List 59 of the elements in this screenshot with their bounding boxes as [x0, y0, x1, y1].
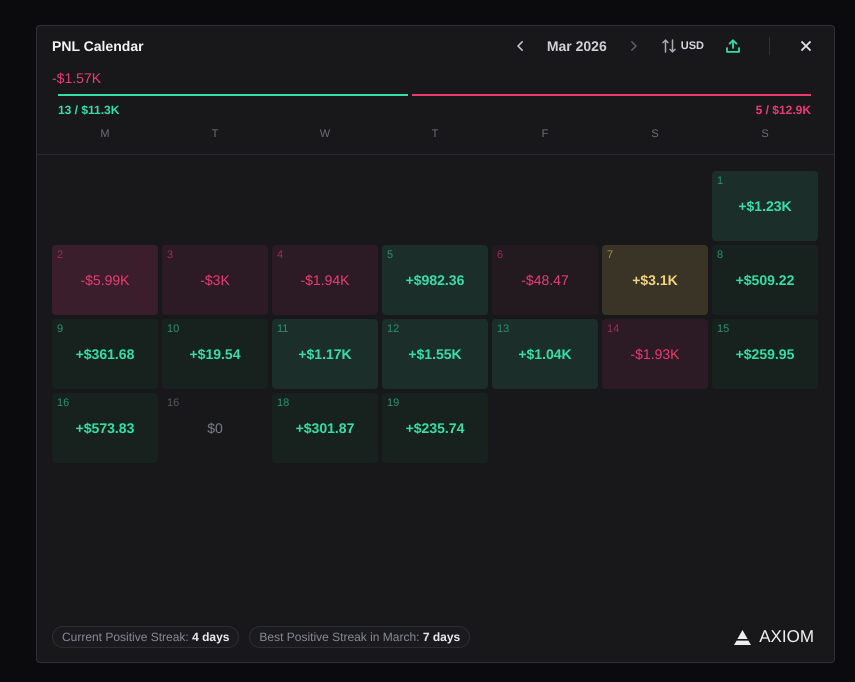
currency-toggle-button[interactable]: USD [662, 39, 704, 53]
chevron-left-icon[interactable] [516, 41, 523, 51]
pnl-value: +$259.95 [736, 346, 794, 362]
pnl-value: -$1.93K [630, 346, 680, 362]
day-number: 3 [167, 249, 174, 262]
total-pnl: -$1.57K [52, 70, 102, 87]
streak-badge: Best Positive Streak in March: 7 days [249, 626, 470, 648]
day-number: 16 [57, 397, 70, 410]
pnl-value: +$235.74 [406, 420, 464, 436]
pnl-value: +$301.87 [296, 420, 354, 436]
streak-badge: Current Positive Streak: 4 days [52, 626, 240, 648]
day-number: 19 [387, 397, 400, 410]
brand-name: AXIOM [759, 627, 814, 647]
logo-icon [734, 630, 752, 644]
modal-title: PNL Calendar [52, 38, 144, 54]
win-count-label: 13 / $11.3K [58, 103, 120, 117]
weekday-label: M [100, 127, 110, 141]
pnl-value: +$509.22 [736, 272, 794, 288]
pnl-value: -$5.99K [80, 272, 130, 288]
day-number: 10 [167, 323, 180, 336]
close-icon[interactable] [801, 41, 811, 51]
day-number: 7 [607, 249, 614, 262]
month-label: Mar 2026 [546, 38, 607, 54]
weekday-label: S [651, 127, 659, 141]
day-number: 16 [167, 397, 180, 410]
pnl-value: +$361.68 [76, 346, 134, 362]
pnl-value: +$1.17K [298, 346, 352, 362]
pnl-value: -$48.47 [521, 272, 569, 288]
sort-arrows-icon [662, 39, 676, 53]
pnl-value: -$1.94K [300, 272, 350, 288]
day-number: 15 [717, 323, 730, 336]
pnl-value: +$1.23K [738, 198, 792, 214]
day-number: 12 [387, 323, 400, 336]
weekday-label: S [761, 127, 769, 141]
day-number: 14 [607, 323, 620, 336]
pnl-value: -$3K [200, 272, 230, 288]
day-number: 8 [717, 249, 724, 262]
pnl-value: +$573.83 [76, 420, 134, 436]
weekday-label: T [432, 127, 438, 141]
pnl-value: +$3.1K [632, 272, 678, 288]
day-number: 5 [387, 249, 394, 262]
day-number: 18 [277, 397, 290, 410]
pnl-value: +$19.54 [190, 346, 240, 362]
loss-count-label: 5 / $12.9K [756, 103, 811, 117]
day-number: 11 [277, 323, 288, 336]
weekday-label: T [212, 127, 218, 141]
day-number: 9 [57, 323, 64, 336]
day-number: 13 [497, 323, 510, 336]
day-number: 1 [717, 175, 724, 188]
pnl-value: +$1.55K [408, 346, 462, 362]
day-number: 6 [497, 249, 504, 262]
upload-icon[interactable] [726, 39, 740, 53]
day-number: 4 [277, 249, 284, 262]
pnl-value: $0 [207, 420, 223, 436]
weekday-label: W [320, 127, 330, 141]
pnl-value: +$1.04K [518, 346, 572, 362]
pnl-value: +$982.36 [406, 272, 464, 288]
day-number: 2 [57, 249, 64, 262]
weekday-label: F [542, 127, 548, 141]
